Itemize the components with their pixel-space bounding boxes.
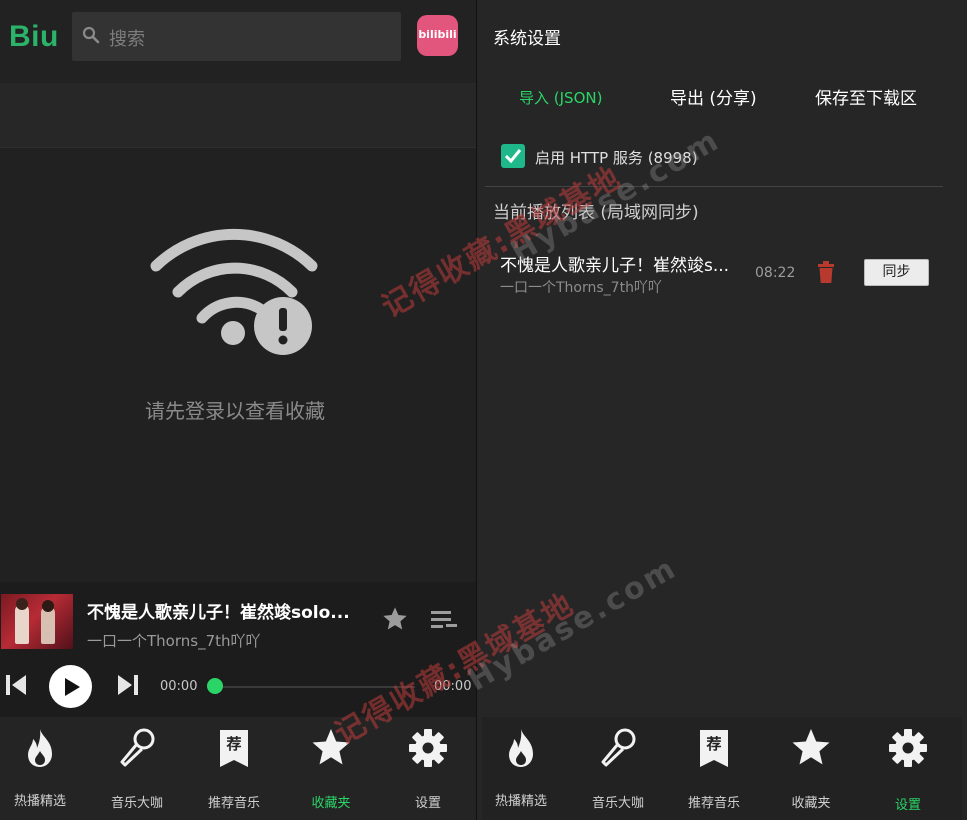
checkmark-icon <box>504 149 522 164</box>
current-time: 00:00 <box>160 679 198 694</box>
nav-label: 设置 <box>894 798 921 813</box>
star-icon <box>792 729 830 765</box>
nav-recommended[interactable]: 荐 推荐音乐 <box>669 717 759 820</box>
microphone-icon <box>601 728 636 767</box>
nav-settings[interactable]: 设置 <box>863 717 953 820</box>
nav-label: 音乐大咖 <box>591 796 644 811</box>
search-placeholder: 搜索 <box>109 29 145 50</box>
login-prompt: 请先登录以查看收藏 <box>145 399 325 423</box>
favorite-star-icon[interactable] <box>381 605 409 633</box>
trash-icon[interactable] <box>818 261 834 283</box>
divider <box>485 186 943 187</box>
favorites-screen: Biu 搜索 bilibili 请先登录以查看收藏 不愧是人歌亲儿子！崔然竣so… <box>0 0 476 820</box>
now-playing-artist: 一口一个Thorns_7th吖吖 <box>87 632 261 650</box>
recommend-icon: 荐 <box>700 730 728 767</box>
now-playing-title: 不愧是人歌亲儿子！崔然竣solo... <box>87 603 350 623</box>
nav-label: 收藏夹 <box>311 796 351 811</box>
playlist-item-title: 不愧是人歌亲儿子！崔然竣s... <box>500 256 730 276</box>
settings-screen: 系统设置 导入 (JSON) 导出 (分享) 保存至下载区 启用 HTTP 服务… <box>477 0 967 820</box>
nav-label: 收藏夹 <box>791 796 831 811</box>
nav-label: 推荐音乐 <box>687 796 740 811</box>
nav-label: 热播精选 <box>13 794 66 809</box>
svg-text:荐: 荐 <box>705 735 721 753</box>
sync-button[interactable]: 同步 <box>864 259 929 286</box>
wifi-error-icon <box>150 228 318 355</box>
search-icon <box>82 26 100 44</box>
nav-settings[interactable]: 设置 <box>383 717 473 820</box>
fire-icon <box>28 729 52 767</box>
bottom-nav: 热播精选 音乐大咖 荐 推荐音乐 收藏夹 设置 <box>482 717 962 820</box>
export-share-button[interactable]: 导出 (分享) <box>670 84 757 109</box>
app-logo: Biu <box>9 20 59 53</box>
import-json-button[interactable]: 导入 (JSON) <box>519 87 602 108</box>
nav-music-stars[interactable]: 音乐大咖 <box>573 717 663 820</box>
gear-icon <box>409 729 447 767</box>
save-to-downloads-button[interactable]: 保存至下载区 <box>815 84 917 109</box>
album-cover[interactable] <box>1 594 73 649</box>
next-track-icon[interactable] <box>117 673 139 697</box>
nav-hot-picks[interactable]: 热播精选 <box>0 717 85 820</box>
bottom-nav: 热播精选 音乐大咖 荐 推荐音乐 收藏夹 设置 <box>0 717 476 820</box>
mini-player: 不愧是人歌亲儿子！崔然竣solo... 一口一个Thorns_7th吖吖 00:… <box>0 582 476 717</box>
nav-hot-picks[interactable]: 热播精选 <box>477 717 566 820</box>
nav-label: 热播精选 <box>494 794 547 809</box>
search-input[interactable]: 搜索 <box>72 12 401 61</box>
nav-favorites[interactable]: 收藏夹 <box>766 717 856 820</box>
play-button[interactable] <box>49 665 92 708</box>
gear-icon <box>889 729 927 767</box>
page-title: 系统设置 <box>493 29 561 49</box>
sub-header-bar <box>0 83 476 148</box>
http-service-label: 启用 HTTP 服务 (8998) <box>535 149 698 167</box>
previous-track-icon[interactable] <box>5 673 27 697</box>
playlist-item-duration: 08:22 <box>755 265 796 281</box>
nav-label: 设置 <box>414 796 441 811</box>
star-icon <box>312 729 350 765</box>
playlist-item-artist: 一口一个Thorns_7th吖吖 <box>500 280 662 296</box>
microphone-icon <box>120 728 155 767</box>
bilibili-avatar-button[interactable]: bilibili <box>417 15 458 56</box>
bilibili-logo-text: bilibili <box>418 28 457 41</box>
nav-label: 音乐大咖 <box>110 796 163 811</box>
nav-recommended[interactable]: 荐 推荐音乐 <box>189 717 279 820</box>
nav-favorites[interactable]: 收藏夹 <box>286 717 376 820</box>
play-icon <box>65 678 80 696</box>
progress-track[interactable] <box>215 686 415 688</box>
fire-icon <box>509 729 533 767</box>
playlist-header: 当前播放列表 (局域网同步) <box>493 203 699 223</box>
recommend-icon: 荐 <box>220 730 248 767</box>
nav-music-stars[interactable]: 音乐大咖 <box>92 717 182 820</box>
total-time: 00:00 <box>434 679 472 694</box>
progress-knob[interactable] <box>207 678 223 694</box>
top-bar: Biu 搜索 bilibili <box>0 0 476 82</box>
playlist-queue-icon[interactable] <box>431 609 457 631</box>
nav-label: 推荐音乐 <box>207 796 260 811</box>
http-service-checkbox[interactable] <box>501 144 525 168</box>
svg-text:荐: 荐 <box>225 735 241 753</box>
